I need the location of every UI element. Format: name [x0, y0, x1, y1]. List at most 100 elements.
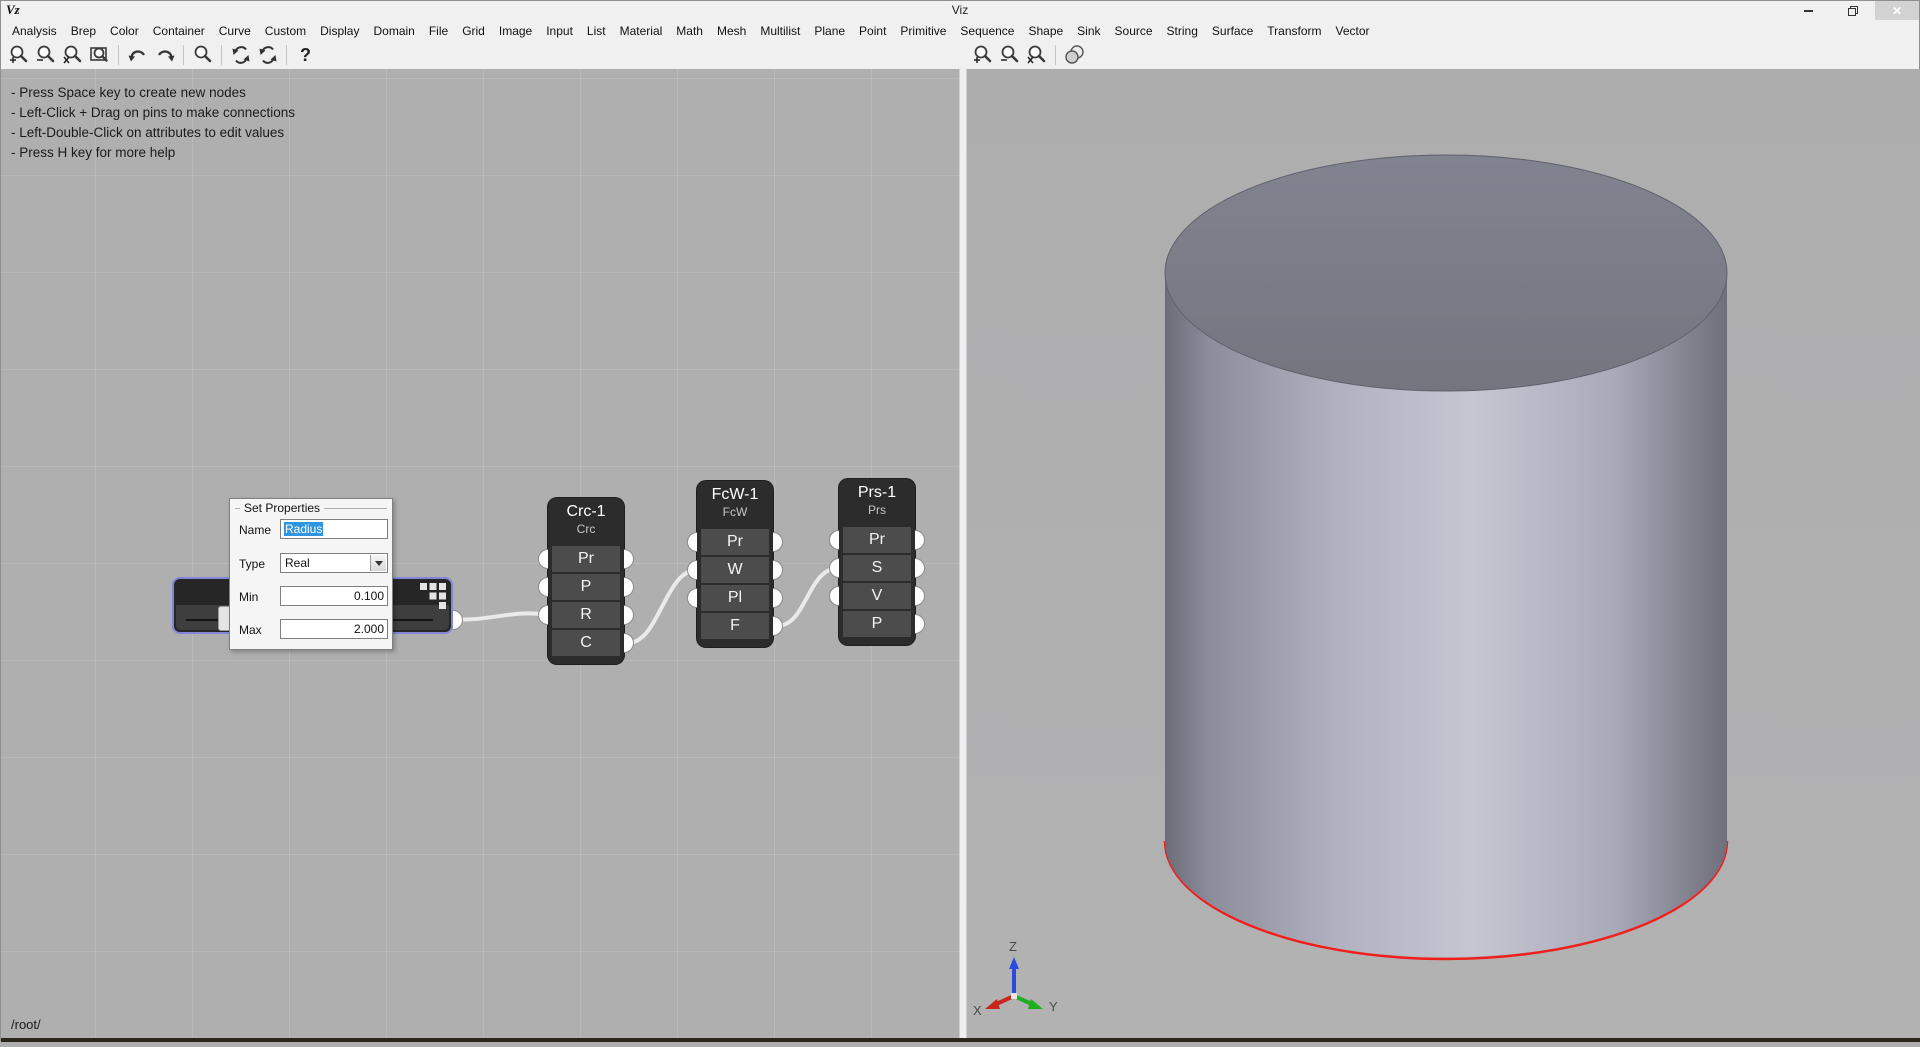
row-label: V: [872, 587, 883, 605]
wire-slider-to-crc[interactable]: [453, 613, 546, 619]
zoom-selected-icon: [192, 44, 214, 66]
viewport-3d[interactable]: Z X Y: [967, 69, 1920, 1042]
node-wires: [1, 69, 959, 1042]
spheres-icon: [1063, 44, 1087, 66]
node-row[interactable]: S: [843, 555, 911, 581]
menu-multilist[interactable]: Multilist: [753, 24, 807, 38]
max-input[interactable]: 2.000: [280, 619, 388, 639]
zoom-selected-button[interactable]: [189, 43, 216, 67]
zoom-remove-button[interactable]: [59, 43, 86, 67]
zoom-in-button[interactable]: [5, 43, 32, 67]
menu-mesh[interactable]: Mesh: [710, 24, 753, 38]
close-button[interactable]: ✕: [1875, 1, 1919, 20]
menu-surface[interactable]: Surface: [1205, 24, 1260, 38]
viewport-zoom-remove-button[interactable]: [1023, 43, 1050, 67]
help-button[interactable]: ?: [292, 43, 319, 67]
menu-brep[interactable]: Brep: [64, 24, 103, 38]
menu-curve[interactable]: Curve: [212, 24, 258, 38]
menu-list[interactable]: List: [580, 24, 613, 38]
selected-text: Radius: [284, 522, 323, 536]
zoom-out-button[interactable]: [32, 43, 59, 67]
menu-grid[interactable]: Grid: [455, 24, 492, 38]
help-icon: ?: [300, 45, 311, 66]
zoom-extents-icon: [89, 44, 111, 66]
chevron-down-icon: [375, 561, 383, 566]
node-row[interactable]: F: [701, 613, 769, 639]
menu-vector[interactable]: Vector: [1329, 24, 1377, 38]
display-mode-button[interactable]: [1061, 43, 1088, 67]
node-prs-1[interactable]: Prs-1 Prs Pr S V P: [839, 479, 915, 645]
node-row[interactable]: Pr: [701, 529, 769, 555]
menu-display[interactable]: Display: [313, 24, 366, 38]
wire-crc-to-fcw[interactable]: [628, 570, 697, 643]
zoom-in-icon: [8, 44, 30, 66]
node-row[interactable]: Pr: [552, 546, 620, 572]
menu-plane[interactable]: Plane: [807, 24, 852, 38]
node-row[interactable]: P: [552, 574, 620, 600]
type-label: Type: [239, 557, 265, 571]
menu-sink[interactable]: Sink: [1070, 24, 1107, 38]
refresh-all-button[interactable]: [254, 43, 281, 67]
minimize-icon: [1803, 5, 1815, 16]
node-row[interactable]: P: [843, 611, 911, 637]
redo-icon: [153, 44, 177, 66]
toolbar-separator: [221, 45, 222, 65]
cylinder-top[interactable]: [1165, 155, 1727, 391]
dropdown-button[interactable]: [370, 555, 386, 571]
row-label: P: [872, 615, 883, 633]
resize-grip-icon[interactable]: [420, 583, 447, 610]
toolbar: ?: [1, 42, 1919, 70]
redo-button[interactable]: [151, 43, 178, 67]
row-label: Pr: [727, 533, 743, 551]
dropdown-value: Real: [285, 554, 310, 572]
zoom-extents-button[interactable]: [86, 43, 113, 67]
menu-string[interactable]: String: [1160, 24, 1205, 38]
menu-file[interactable]: File: [422, 24, 455, 38]
node-row[interactable]: R: [552, 602, 620, 628]
node-crc-1[interactable]: Crc-1 Crc Pr P R C: [548, 498, 624, 664]
restore-button[interactable]: [1831, 1, 1875, 20]
menu-input[interactable]: Input: [539, 24, 580, 38]
node-fcw-1[interactable]: FcW-1 FcW Pr W Pl: [697, 481, 773, 647]
menu-source[interactable]: Source: [1108, 24, 1160, 38]
scene-3d: Z X Y: [967, 69, 1920, 1042]
menu-point[interactable]: Point: [852, 24, 893, 38]
menu-shape[interactable]: Shape: [1021, 24, 1070, 38]
panel-splitter[interactable]: [959, 69, 967, 1042]
menu-primitive[interactable]: Primitive: [893, 24, 953, 38]
node-subtitle: Prs: [839, 503, 915, 517]
undo-button[interactable]: [124, 43, 151, 67]
node-row[interactable]: W: [701, 557, 769, 583]
row-label: P: [581, 578, 592, 596]
node-row[interactable]: C: [552, 630, 620, 656]
minimize-button[interactable]: [1787, 1, 1831, 20]
axis-triad: Z X Y: [973, 939, 1058, 1018]
node-row[interactable]: Pl: [701, 585, 769, 611]
menu-analysis[interactable]: Analysis: [5, 24, 64, 38]
menu-color[interactable]: Color: [103, 24, 146, 38]
menu-image[interactable]: Image: [492, 24, 539, 38]
axis-z-label: Z: [1009, 939, 1017, 954]
node-editor-canvas[interactable]: - Press Space key to create new nodes - …: [1, 69, 959, 1042]
main-area: - Press Space key to create new nodes - …: [1, 69, 1920, 1042]
viewport-zoom-out-button[interactable]: [996, 43, 1023, 67]
menu-domain[interactable]: Domain: [366, 24, 421, 38]
menu-material[interactable]: Material: [613, 24, 670, 38]
row-label: F: [730, 617, 740, 635]
menu-sequence[interactable]: Sequence: [953, 24, 1021, 38]
node-subtitle: FcW: [697, 505, 773, 519]
menu-transform[interactable]: Transform: [1260, 24, 1328, 38]
zoom-out-icon: [35, 44, 57, 66]
node-row[interactable]: Pr: [843, 527, 911, 553]
menubar: Analysis Brep Color Container Curve Cust…: [1, 20, 1919, 42]
node-row[interactable]: V: [843, 583, 911, 609]
refresh-button[interactable]: [227, 43, 254, 67]
type-dropdown[interactable]: Real: [280, 553, 388, 573]
menu-math[interactable]: Math: [669, 24, 710, 38]
menu-custom[interactable]: Custom: [258, 24, 313, 38]
min-input[interactable]: 0.100: [280, 586, 388, 606]
menu-container[interactable]: Container: [146, 24, 212, 38]
viewport-zoom-in-button[interactable]: [969, 43, 996, 67]
name-input[interactable]: Radius: [280, 519, 388, 539]
window-title: Viz: [1, 3, 1919, 17]
